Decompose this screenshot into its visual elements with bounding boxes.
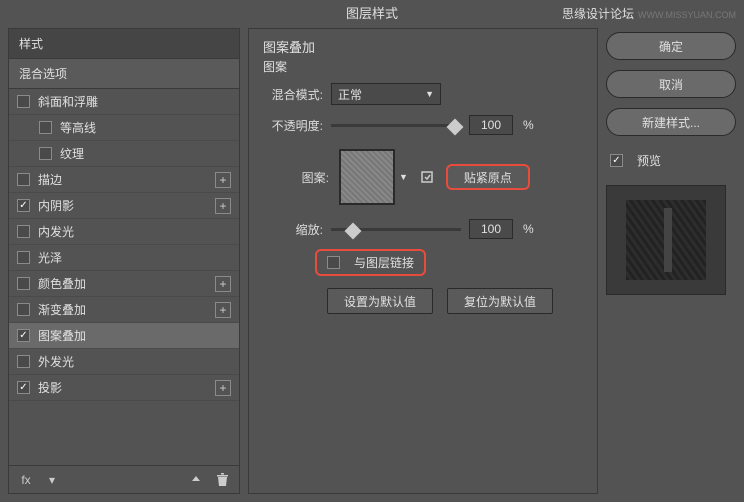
settings-panel: 图案叠加 图案 混合模式: 正常 ▼ 不透明度: 100 % 图案: ▼ 贴紧原… [248,28,598,494]
style-checkbox[interactable] [17,199,30,212]
style-label: 外发光 [38,353,231,370]
styles-panel: 样式 混合选项 斜面和浮雕等高线纹理描边+内阴影+内发光光泽颜色叠加+渐变叠加+… [8,28,240,494]
style-label: 描边 [38,171,215,188]
opacity-input[interactable]: 100 [469,115,513,135]
style-checkbox[interactable] [39,147,52,160]
style-item-1[interactable]: 等高线 [9,115,239,141]
style-label: 等高线 [60,119,231,136]
cancel-button[interactable]: 取消 [606,70,736,98]
watermark-text: 思缘设计论坛 [562,7,634,21]
link-with-layer-label: 与图层链接 [354,254,414,271]
action-panel: 确定 取消 新建样式... 预览 [606,28,736,494]
style-item-11[interactable]: 投影+ [9,375,239,401]
pattern-label: 图案: [293,169,329,186]
set-default-button[interactable]: 设置为默认值 [327,288,433,314]
style-checkbox[interactable] [17,329,30,342]
snap-origin-button[interactable]: 贴紧原点 [446,164,530,190]
styles-footer: fx ▾ [9,465,239,493]
style-item-9[interactable]: 图案叠加 [9,323,239,349]
blend-mode-label: 混合模式: [263,86,323,103]
add-effect-icon[interactable]: + [215,198,231,214]
style-checkbox[interactable] [39,121,52,134]
style-item-8[interactable]: 渐变叠加+ [9,297,239,323]
opacity-unit: % [523,118,534,132]
style-checkbox[interactable] [17,173,30,186]
opacity-label: 不透明度: [263,117,323,134]
chevron-down-icon[interactable]: ▼ [399,172,408,182]
style-label: 内发光 [38,223,231,240]
trash-icon[interactable] [213,471,231,489]
ok-button[interactable]: 确定 [606,32,736,60]
blending-options[interactable]: 混合选项 [9,59,239,89]
section-title: 图案叠加 [263,37,583,56]
fx-caret-icon[interactable]: ▾ [43,471,61,489]
opacity-slider[interactable] [331,118,461,132]
snap-icon[interactable] [418,168,436,186]
opacity-slider-thumb[interactable] [447,119,464,136]
preview-label: 预览 [637,152,661,169]
add-effect-icon[interactable]: + [215,172,231,188]
style-label: 斜面和浮雕 [38,93,231,110]
scale-input[interactable]: 100 [469,219,513,239]
new-style-button[interactable]: 新建样式... [606,108,736,136]
style-item-6[interactable]: 光泽 [9,245,239,271]
style-label: 投影 [38,379,215,396]
reset-default-button[interactable]: 复位为默认值 [447,288,553,314]
style-checkbox[interactable] [17,95,30,108]
scale-unit: % [523,222,534,236]
style-item-2[interactable]: 纹理 [9,141,239,167]
scale-slider[interactable] [331,222,461,236]
style-item-10[interactable]: 外发光 [9,349,239,375]
style-checkbox[interactable] [17,355,30,368]
style-label: 纹理 [60,145,231,162]
add-effect-icon[interactable]: + [215,302,231,318]
watermark-url: WWW.MISSYUAN.COM [638,10,736,20]
style-item-7[interactable]: 颜色叠加+ [9,271,239,297]
styles-header[interactable]: 样式 [9,29,239,59]
preview-thumbnail [626,200,706,280]
blend-mode-value: 正常 [338,86,362,103]
preview-box [606,185,726,295]
style-item-3[interactable]: 描边+ [9,167,239,193]
scale-slider-thumb[interactable] [345,223,362,240]
style-label: 内阴影 [38,197,215,214]
add-effect-icon[interactable]: + [215,276,231,292]
style-checkbox[interactable] [17,277,30,290]
style-item-5[interactable]: 内发光 [9,219,239,245]
style-label: 光泽 [38,249,231,266]
blend-mode-select[interactable]: 正常 ▼ [331,83,441,105]
style-checkbox[interactable] [17,303,30,316]
chevron-down-icon: ▼ [425,89,434,99]
style-checkbox[interactable] [17,225,30,238]
fx-icon[interactable]: fx [17,471,35,489]
sub-title: 图案 [263,58,583,75]
style-label: 图案叠加 [38,327,231,344]
link-with-layer-checkbox[interactable] [327,256,340,269]
style-checkbox[interactable] [17,251,30,264]
pattern-swatch[interactable] [339,149,395,205]
add-effect-icon[interactable]: + [215,380,231,396]
style-label: 颜色叠加 [38,275,215,292]
style-item-4[interactable]: 内阴影+ [9,193,239,219]
scale-label: 缩放: [263,221,323,238]
style-checkbox[interactable] [17,381,30,394]
style-label: 渐变叠加 [38,301,215,318]
preview-checkbox[interactable] [610,154,623,167]
style-item-0[interactable]: 斜面和浮雕 [9,89,239,115]
style-list: 斜面和浮雕等高线纹理描边+内阴影+内发光光泽颜色叠加+渐变叠加+图案叠加外发光投… [9,89,239,465]
arrow-up-icon[interactable] [187,471,205,489]
link-with-layer-group[interactable]: 与图层链接 [315,249,426,276]
